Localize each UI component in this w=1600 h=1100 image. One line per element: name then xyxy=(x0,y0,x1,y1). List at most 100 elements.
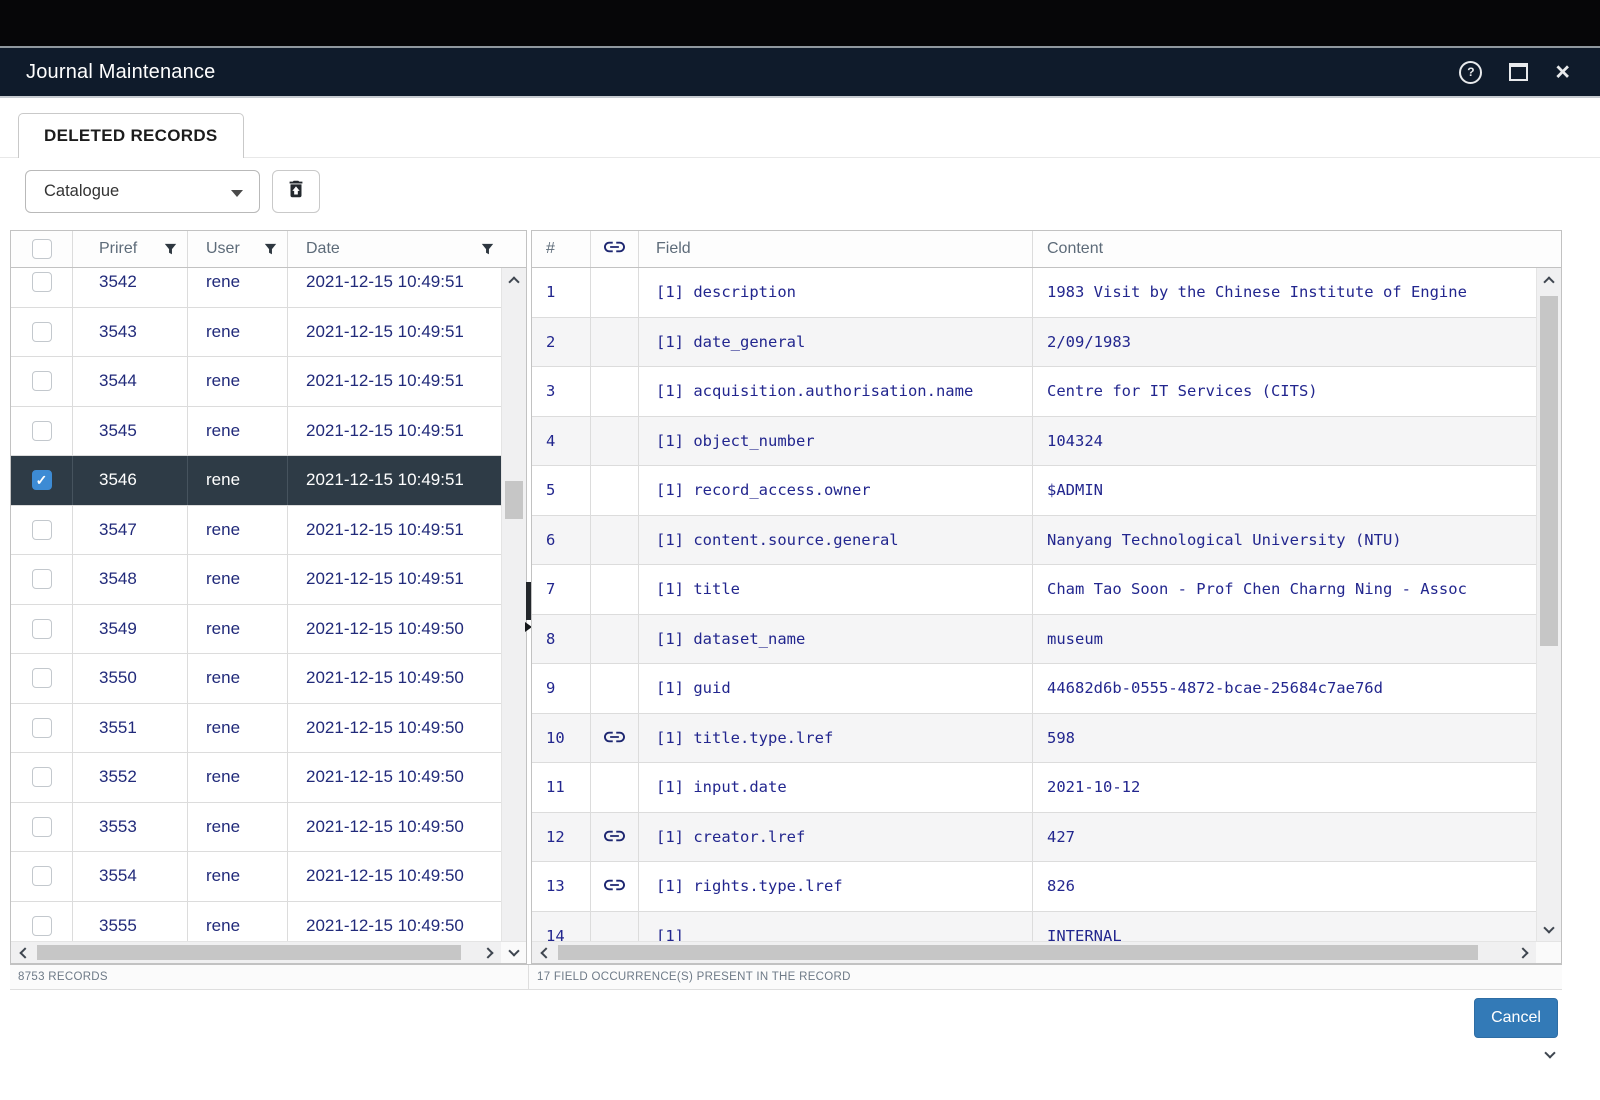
row-checkbox[interactable] xyxy=(32,619,52,639)
close-icon[interactable]: × xyxy=(1555,62,1570,82)
row-checkbox[interactable] xyxy=(32,767,52,787)
table-row[interactable]: 3543rene2021-12-15 10:49:51 xyxy=(11,308,501,358)
user-cell: rene xyxy=(188,555,288,604)
scrollbar-left-icon[interactable] xyxy=(11,942,35,963)
content-cell: INTERNAL xyxy=(1033,912,1536,942)
field-row[interactable]: 10[1] title.type.lref598 xyxy=(532,714,1536,764)
filter-icon[interactable] xyxy=(481,243,494,256)
scrollbar-thumb[interactable] xyxy=(558,945,1478,960)
field-row[interactable]: 8[1] dataset_namemuseum xyxy=(532,615,1536,665)
row-checkbox-cell xyxy=(11,605,73,654)
row-checkbox[interactable] xyxy=(32,421,52,441)
date-cell: 2021-12-15 10:49:50 xyxy=(288,753,501,802)
row-number-cell: 4 xyxy=(532,417,591,466)
field-cell: [1] acquisition.authorisation.name xyxy=(639,367,1033,416)
field-row[interactable]: 6[1] content.source.generalNanyang Techn… xyxy=(532,516,1536,566)
field-row[interactable]: 13[1] rights.type.lref826 xyxy=(532,862,1536,912)
scrollbar-thumb[interactable] xyxy=(1540,296,1558,646)
priref-cell: 3551 xyxy=(73,704,188,753)
row-checkbox[interactable] xyxy=(32,718,52,738)
date-cell: 2021-12-15 10:49:50 xyxy=(288,654,501,703)
scrollbar-thumb[interactable] xyxy=(37,945,461,960)
row-checkbox-cell xyxy=(11,704,73,753)
scrollbar-thumb[interactable] xyxy=(505,481,523,519)
table-row[interactable]: 3550rene2021-12-15 10:49:50 xyxy=(11,654,501,704)
field-row[interactable]: 5[1] record_access.owner$ADMIN xyxy=(532,466,1536,516)
right-vertical-scrollbar[interactable] xyxy=(1536,268,1561,941)
row-checkbox[interactable] xyxy=(32,668,52,688)
field-row[interactable]: 9[1] guid44682d6b-0555-4872-bcae-25684c7… xyxy=(532,664,1536,714)
maximize-icon[interactable] xyxy=(1509,63,1528,81)
row-number-cell: 13 xyxy=(532,862,591,911)
row-checkbox[interactable] xyxy=(32,916,52,936)
cancel-button[interactable]: Cancel xyxy=(1474,998,1558,1038)
user-cell: rene xyxy=(188,902,288,942)
table-row[interactable]: 3553rene2021-12-15 10:49:50 xyxy=(11,803,501,853)
field-cell: [1] creator.lref xyxy=(639,813,1033,862)
row-checkbox[interactable] xyxy=(32,866,52,886)
scrollbar-right-icon[interactable] xyxy=(477,942,501,963)
table-row[interactable]: 3544rene2021-12-15 10:49:51 xyxy=(11,357,501,407)
scrollbar-left-icon[interactable] xyxy=(532,942,556,963)
row-checkbox[interactable]: ✓ xyxy=(32,470,52,490)
table-row[interactable]: ✓3546rene2021-12-15 10:49:51 xyxy=(11,456,501,506)
content-cell: $ADMIN xyxy=(1033,466,1536,515)
table-row[interactable]: 3554rene2021-12-15 10:49:50 xyxy=(11,852,501,902)
dataset-select[interactable]: Catalogue xyxy=(25,170,260,213)
column-header-priref[interactable]: Priref xyxy=(73,231,188,267)
scrollbar-right-icon[interactable] xyxy=(1512,942,1536,963)
background-strip xyxy=(0,0,1600,46)
row-checkbox[interactable] xyxy=(32,817,52,837)
table-row[interactable]: 3552rene2021-12-15 10:49:50 xyxy=(11,753,501,803)
row-checkbox[interactable] xyxy=(32,371,52,391)
date-cell: 2021-12-15 10:49:51 xyxy=(288,268,501,307)
table-row[interactable]: 3549rene2021-12-15 10:49:50 xyxy=(11,605,501,655)
field-row[interactable]: 4[1] object_number104324 xyxy=(532,417,1536,467)
priref-cell: 3547 xyxy=(73,506,188,555)
row-checkbox[interactable] xyxy=(32,520,52,540)
filter-icon[interactable] xyxy=(264,243,277,256)
table-row[interactable]: 3547rene2021-12-15 10:49:51 xyxy=(11,506,501,556)
page-scroll-down-icon[interactable] xyxy=(1538,1042,1562,1066)
table-row[interactable]: 3548rene2021-12-15 10:49:51 xyxy=(11,555,501,605)
column-header-date[interactable]: Date xyxy=(288,231,526,267)
row-checkbox[interactable] xyxy=(32,272,52,292)
field-row[interactable]: 11[1] input.date2021-10-12 xyxy=(532,763,1536,813)
table-row[interactable]: 3551rene2021-12-15 10:49:50 xyxy=(11,704,501,754)
scrollbar-down-icon[interactable] xyxy=(501,941,526,963)
date-cell: 2021-12-15 10:49:50 xyxy=(288,605,501,654)
date-cell: 2021-12-15 10:49:51 xyxy=(288,555,501,604)
field-row[interactable]: 1[1] description1983 Visit by the Chines… xyxy=(532,268,1536,318)
field-cell: [1] date_general xyxy=(639,318,1033,367)
table-row[interactable]: 3542rene2021-12-15 10:49:51 xyxy=(11,268,501,308)
field-row[interactable]: 3[1] acquisition.authorisation.nameCentr… xyxy=(532,367,1536,417)
content-cell: 427 xyxy=(1033,813,1536,862)
select-all-checkbox[interactable] xyxy=(32,239,52,259)
restore-deleted-button[interactable] xyxy=(272,170,320,213)
field-row[interactable]: 14[1]INTERNAL xyxy=(532,912,1536,942)
field-cell: [1] xyxy=(639,912,1033,942)
priref-cell: 3545 xyxy=(73,407,188,456)
scrollbar-down-icon[interactable] xyxy=(1537,917,1561,941)
field-row[interactable]: 12[1] creator.lref427 xyxy=(532,813,1536,863)
scrollbar-up-icon[interactable] xyxy=(502,268,526,292)
help-icon[interactable]: ? xyxy=(1459,61,1482,84)
restore-deleted-icon xyxy=(285,177,307,206)
date-cell: 2021-12-15 10:49:51 xyxy=(288,506,501,555)
row-checkbox[interactable] xyxy=(32,322,52,342)
row-checkbox-cell xyxy=(11,902,73,942)
field-row[interactable]: 2[1] date_general2/09/1983 xyxy=(532,318,1536,368)
row-checkbox[interactable] xyxy=(32,569,52,589)
field-row[interactable]: 7[1] titleCham Tao Soon - Prof Chen Char… xyxy=(532,565,1536,615)
row-checkbox-cell xyxy=(11,506,73,555)
content-cell: Centre for IT Services (CITS) xyxy=(1033,367,1536,416)
filter-icon[interactable] xyxy=(164,243,177,256)
column-header-user[interactable]: User xyxy=(188,231,288,267)
scrollbar-up-icon[interactable] xyxy=(1537,268,1561,292)
left-vertical-scrollbar[interactable] xyxy=(501,268,526,941)
tab-deleted-records[interactable]: DELETED RECORDS xyxy=(18,113,244,158)
left-horizontal-scrollbar[interactable] xyxy=(11,941,501,963)
right-horizontal-scrollbar[interactable] xyxy=(532,941,1536,963)
table-row[interactable]: 3555rene2021-12-15 10:49:50 xyxy=(11,902,501,942)
table-row[interactable]: 3545rene2021-12-15 10:49:51 xyxy=(11,407,501,457)
